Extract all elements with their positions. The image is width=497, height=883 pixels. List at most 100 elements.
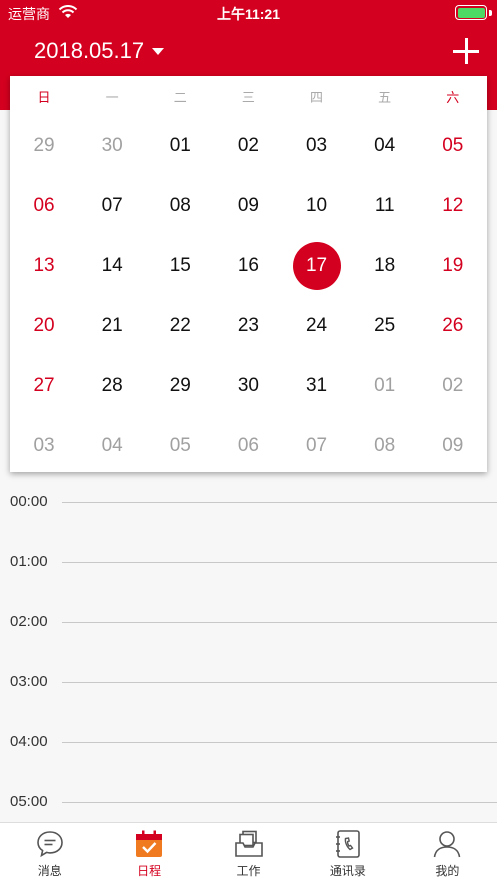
day-number: 26 [442, 315, 464, 336]
day-number: 30 [237, 375, 259, 396]
calendar-day[interactable]: 21 [78, 296, 146, 356]
weekday-label: 日 [37, 89, 51, 105]
tab-profile[interactable]: 我的 [398, 823, 497, 883]
calendar-day[interactable]: 07 [78, 176, 146, 236]
day-number: 04 [374, 135, 396, 156]
tab-label: 我的 [435, 864, 460, 878]
day-number: 07 [305, 435, 328, 456]
calendar-day[interactable]: 10 [283, 176, 351, 236]
calendar-grid: 29 30 01 02 03 04 05 06 07 08 09 10 11 12 13 14 15 16 17 18… [10, 116, 487, 476]
weekday-header: 日一二三四五六 [10, 76, 487, 116]
day-number: 06 [33, 195, 55, 216]
day-number: 23 [237, 315, 259, 336]
calendar-day[interactable]: 03 [283, 116, 351, 176]
calendar-day[interactable]: 01 [351, 356, 419, 416]
calendar-day[interactable]: 06 [214, 416, 282, 476]
day-number: 11 [374, 195, 395, 216]
weekday-label: 一 [105, 89, 119, 105]
weekday-label: 二 [173, 89, 187, 105]
date-picker-button[interactable]: 2018.05.17 [34, 38, 165, 64]
time-divider [62, 622, 497, 623]
clock: 上午11:21 [216, 6, 281, 22]
calendar-day[interactable]: 05 [146, 416, 214, 476]
message-icon [35, 829, 65, 859]
battery-icon [455, 5, 487, 20]
week-row: 03 04 05 06 07 08 09 [10, 416, 487, 476]
calendar-day[interactable]: 22 [146, 296, 214, 356]
contacts-icon [333, 829, 363, 859]
tab-label: 日程 [137, 864, 162, 878]
day-number: 01 [169, 135, 191, 156]
calendar-day[interactable]: 25 [351, 296, 419, 356]
calendar-day[interactable]: 23 [214, 296, 282, 356]
calendar-day-selected[interactable]: 17 [283, 236, 351, 296]
calendar-day[interactable]: 13 [10, 236, 78, 296]
time-label: 03:00 [10, 673, 48, 690]
calendar-day[interactable]: 04 [78, 416, 146, 476]
calendar-day[interactable]: 11 [351, 176, 419, 236]
day-number: 03 [33, 435, 55, 456]
calendar-day[interactable]: 02 [214, 116, 282, 176]
profile-icon [432, 829, 462, 859]
calendar-day[interactable]: 28 [78, 356, 146, 416]
calendar-day[interactable]: 29 [10, 116, 78, 176]
tab-label: 工作 [236, 864, 261, 878]
tab-label: 通讯录 [329, 864, 366, 878]
calendar-day[interactable]: 26 [419, 296, 487, 356]
tab-contacts[interactable]: 通讯录 [298, 823, 397, 883]
calendar-day[interactable]: 30 [214, 356, 282, 416]
current-date: 2018.05.17 [34, 38, 145, 63]
calendar-day[interactable]: 08 [351, 416, 419, 476]
calendar-day[interactable]: 01 [146, 116, 214, 176]
day-number: 09 [442, 435, 464, 456]
calendar-day[interactable]: 02 [419, 356, 487, 416]
weekday-label: 五 [378, 89, 392, 105]
calendar-day[interactable]: 04 [351, 116, 419, 176]
day-number: 16 [237, 255, 259, 276]
day-number: 18 [374, 255, 396, 276]
week-row: 27 28 29 30 31 01 02 [10, 356, 487, 416]
day-number: 10 [305, 195, 328, 216]
calendar-day[interactable]: 29 [146, 356, 214, 416]
calendar-day[interactable]: 19 [419, 236, 487, 296]
day-number: 20 [33, 315, 55, 336]
calendar-day[interactable]: 08 [146, 176, 214, 236]
day-number: 19 [442, 255, 464, 276]
tab-schedule[interactable]: 日程 [99, 823, 198, 883]
calendar-day[interactable]: 30 [78, 116, 146, 176]
tab-label: 消息 [37, 864, 62, 878]
calendar-day[interactable]: 12 [419, 176, 487, 236]
day-number: 15 [169, 255, 191, 276]
calendar-day[interactable]: 24 [283, 296, 351, 356]
time-label: 02:00 [10, 613, 48, 630]
tab-message[interactable]: 消息 [0, 823, 99, 883]
timeline[interactable]: 00:00 01:00 02:00 03:00 04:00 05:00 [0, 480, 497, 822]
calendar-day[interactable]: 18 [351, 236, 419, 296]
day-number: 04 [101, 435, 123, 456]
tab-work[interactable]: 工作 [199, 823, 298, 883]
calendar-day[interactable]: 05 [419, 116, 487, 176]
day-number: 24 [305, 315, 328, 336]
calendar-day[interactable]: 03 [10, 416, 78, 476]
day-number: 02 [237, 135, 259, 156]
day-number: 07 [101, 195, 123, 216]
calendar-day[interactable]: 31 [283, 356, 351, 416]
add-button[interactable] [453, 38, 479, 64]
calendar-day[interactable]: 14 [78, 236, 146, 296]
calendar-day[interactable]: 06 [10, 176, 78, 236]
day-number: 17 [292, 242, 341, 290]
week-row: 20 21 22 23 24 25 26 [10, 296, 487, 356]
calendar-day[interactable]: 16 [214, 236, 282, 296]
calendar-day[interactable]: 27 [10, 356, 78, 416]
calendar-day[interactable]: 15 [146, 236, 214, 296]
calendar-day[interactable]: 09 [419, 416, 487, 476]
tab-bar: 消息 日程 工作 通讯录 我的 [0, 822, 497, 883]
calendar-day[interactable]: 20 [10, 296, 78, 356]
calendar-day[interactable]: 07 [283, 416, 351, 476]
day-number: 13 [33, 255, 55, 276]
time-divider [62, 502, 497, 503]
calendar-day[interactable]: 09 [214, 176, 282, 236]
day-number: 22 [169, 315, 191, 336]
caret-down-icon [152, 47, 165, 55]
day-number: 05 [442, 135, 464, 156]
